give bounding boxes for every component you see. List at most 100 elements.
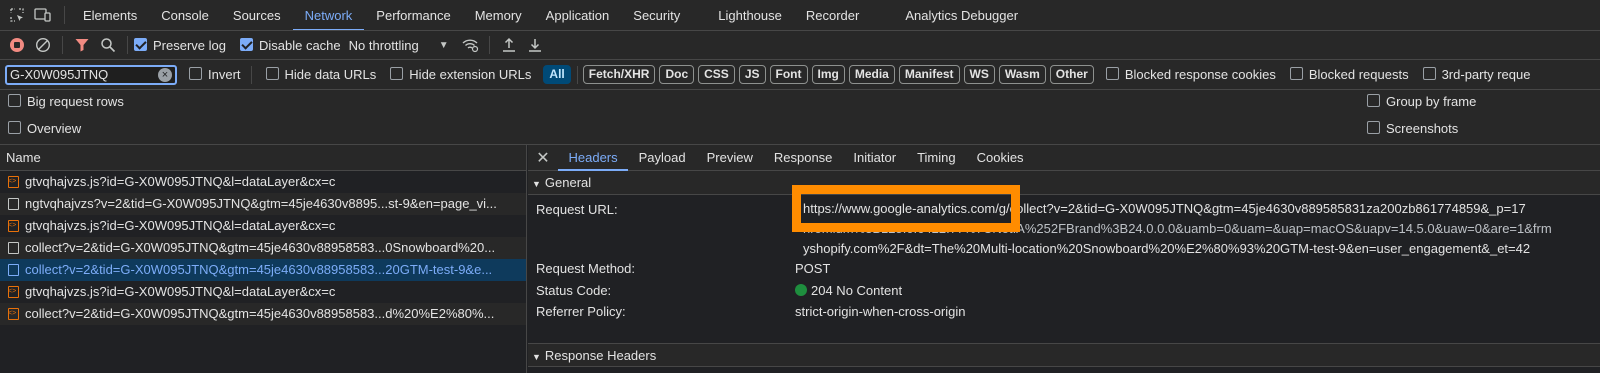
- tab-initiator[interactable]: Initiator: [843, 145, 907, 171]
- devtools-tabbar: Elements Console Sources Network Perform…: [0, 0, 1600, 31]
- tab-memory[interactable]: Memory: [463, 0, 534, 30]
- group-by-frame-checkbox[interactable]: Group by frame: [1367, 94, 1476, 109]
- request-row[interactable]: gtvqhajvzs.js?id=G-X0W095JTNQ&l=dataLaye…: [0, 171, 526, 193]
- inspect-element-icon[interactable]: [4, 3, 30, 27]
- checkbox-icon: [1105, 67, 1119, 80]
- type-filter-img[interactable]: Img: [811, 65, 845, 84]
- tab-analytics-debugger[interactable]: Analytics Debugger: [893, 0, 1030, 30]
- checkbox-icon: [265, 67, 279, 80]
- throttling-select[interactable]: No throttling ▼: [349, 38, 449, 53]
- overview-checkbox[interactable]: Overview: [8, 121, 81, 136]
- tab-security[interactable]: Security: [621, 0, 692, 30]
- request-row[interactable]: ngtvqhajvzs?v=2&tid=G-X0W095JTNQ&gtm=45j…: [0, 193, 526, 215]
- checkbox-icon: [390, 67, 404, 80]
- tab-preview[interactable]: Preview: [696, 145, 763, 171]
- checkbox-checked-icon: [239, 37, 253, 51]
- invert-checkbox[interactable]: Invert: [189, 67, 241, 82]
- blocked-response-cookies-checkbox[interactable]: Blocked response cookies: [1105, 67, 1276, 82]
- divider: [62, 36, 63, 54]
- details-tabbar: ✕ Headers Payload Preview Response Initi…: [528, 145, 1600, 171]
- hide-data-urls-checkbox[interactable]: Hide data URLs: [265, 67, 376, 82]
- blocked-response-cookies-label: Blocked response cookies: [1124, 67, 1276, 82]
- tab-payload[interactable]: Payload: [628, 145, 696, 171]
- tab-timing[interactable]: Timing: [907, 145, 967, 171]
- type-filter-js[interactable]: JS: [738, 65, 766, 84]
- script-file-icon: [8, 215, 19, 237]
- request-method-label: Request Method:: [536, 261, 636, 276]
- request-method-value: POST: [795, 261, 831, 276]
- request-row[interactable]: gtvqhajvzs.js?id=G-X0W095JTNQ&l=dataLaye…: [0, 281, 526, 303]
- response-headers-section-header[interactable]: ▼ Response Headers: [528, 343, 1600, 367]
- type-filter-manifest[interactable]: Manifest: [898, 65, 960, 84]
- disable-cache-checkbox[interactable]: Disable cache: [239, 37, 341, 53]
- filter-input[interactable]: [10, 67, 158, 82]
- tab-sources[interactable]: Sources: [221, 0, 293, 30]
- close-icon[interactable]: ✕: [528, 148, 558, 168]
- type-filter-other[interactable]: Other: [1049, 65, 1094, 84]
- request-name: collect?v=2&tid=G-X0W095JTNQ&gtm=45je463…: [25, 306, 495, 321]
- request-row[interactable]: gtvqhajvzs.js?id=G-X0W095JTNQ&l=dataLaye…: [0, 215, 526, 237]
- big-request-rows-checkbox[interactable]: Big request rows: [8, 94, 124, 109]
- request-url-row: Request URL: https://www.google-analytic…: [528, 195, 1600, 258]
- clear-icon[interactable]: [30, 33, 56, 57]
- filter-icon[interactable]: [69, 33, 95, 57]
- export-har-icon[interactable]: [522, 33, 548, 57]
- tab-cookies[interactable]: Cookies: [966, 145, 1034, 171]
- filter-bar: × Invert Hide data URLs Hide extension U…: [0, 60, 1600, 90]
- referrer-policy-row: Referrer Policy: strict-origin-when-cross…: [528, 301, 1600, 323]
- preserve-log-checkbox[interactable]: Preserve log: [134, 37, 226, 53]
- tab-console[interactable]: Console: [149, 0, 221, 30]
- checkbox-icon: [1367, 121, 1380, 134]
- blocked-requests-checkbox[interactable]: Blocked requests: [1289, 67, 1409, 82]
- request-name: collect?v=2&tid=G-X0W095JTNQ&gtm=45je463…: [25, 262, 493, 277]
- search-icon[interactable]: [95, 33, 121, 57]
- network-conditions-icon[interactable]: [457, 33, 483, 57]
- screenshots-checkbox[interactable]: Screenshots: [1367, 121, 1458, 136]
- type-filter-font[interactable]: Font: [769, 65, 808, 84]
- status-code-value: 204 No Content: [811, 282, 903, 298]
- divider: [576, 65, 578, 84]
- general-section-title: General: [544, 175, 592, 190]
- triangle-down-icon: ▼: [532, 352, 541, 362]
- filter-input-wrapper: ×: [5, 64, 177, 85]
- type-filter-css[interactable]: CSS: [698, 65, 735, 84]
- tab-network[interactable]: Network: [292, 0, 365, 30]
- name-column-header[interactable]: Name: [0, 145, 526, 171]
- request-name: gtvqhajvzs.js?id=G-X0W095JTNQ&l=dataLaye…: [25, 218, 336, 233]
- import-har-icon[interactable]: [496, 33, 522, 57]
- device-toolbar-icon[interactable]: [30, 3, 56, 27]
- checkbox-icon: [8, 121, 21, 134]
- type-filter-ws[interactable]: WS: [963, 65, 995, 84]
- overview-label: Overview: [27, 121, 82, 136]
- third-party-requests-checkbox[interactable]: 3rd-party reque: [1422, 67, 1530, 82]
- type-filter-all[interactable]: All: [543, 65, 571, 84]
- stop-recording-icon[interactable]: [4, 33, 30, 57]
- tab-elements[interactable]: Elements: [71, 0, 149, 30]
- type-filter-wasm[interactable]: Wasm: [998, 65, 1046, 84]
- type-filter-media[interactable]: Media: [848, 65, 895, 84]
- group-by-frame-label: Group by frame: [1386, 94, 1477, 109]
- request-method-row: Request Method: POST: [528, 258, 1600, 280]
- tab-performance[interactable]: Performance: [364, 0, 462, 30]
- tab-lighthouse[interactable]: Lighthouse: [706, 0, 794, 30]
- clear-filter-icon[interactable]: ×: [158, 67, 172, 82]
- referrer-policy-label: Referrer Policy:: [536, 304, 626, 319]
- request-row[interactable]: collect?v=2&tid=G-X0W095JTNQ&gtm=45je463…: [0, 303, 526, 325]
- tab-recorder[interactable]: Recorder: [794, 0, 871, 30]
- status-code-row: Status Code: 204 No Content: [528, 280, 1600, 302]
- type-filter-fetch-xhr[interactable]: Fetch/XHR: [582, 65, 656, 84]
- request-url-label: Request URL:: [536, 202, 618, 217]
- general-section-header[interactable]: ▼ General: [528, 171, 1600, 195]
- request-row[interactable]: collect?v=2&tid=G-X0W095JTNQ&gtm=45je463…: [0, 237, 526, 259]
- tab-headers[interactable]: Headers: [558, 145, 629, 171]
- divider: [250, 65, 252, 84]
- tab-response[interactable]: Response: [763, 145, 843, 171]
- screenshots-label: Screenshots: [1386, 121, 1459, 136]
- checkbox-checked-icon: [134, 37, 147, 51]
- request-row-selected[interactable]: collect?v=2&tid=G-X0W095JTNQ&gtm=45je463…: [0, 259, 526, 281]
- type-filter-doc[interactable]: Doc: [659, 65, 695, 84]
- tab-application[interactable]: Application: [534, 0, 622, 30]
- hide-extension-urls-checkbox[interactable]: Hide extension URLs: [390, 67, 531, 82]
- request-details: ✕ Headers Payload Preview Response Initi…: [528, 145, 1600, 373]
- request-name: ngtvqhajvzs?v=2&tid=G-X0W095JTNQ&gtm=45j…: [25, 196, 497, 211]
